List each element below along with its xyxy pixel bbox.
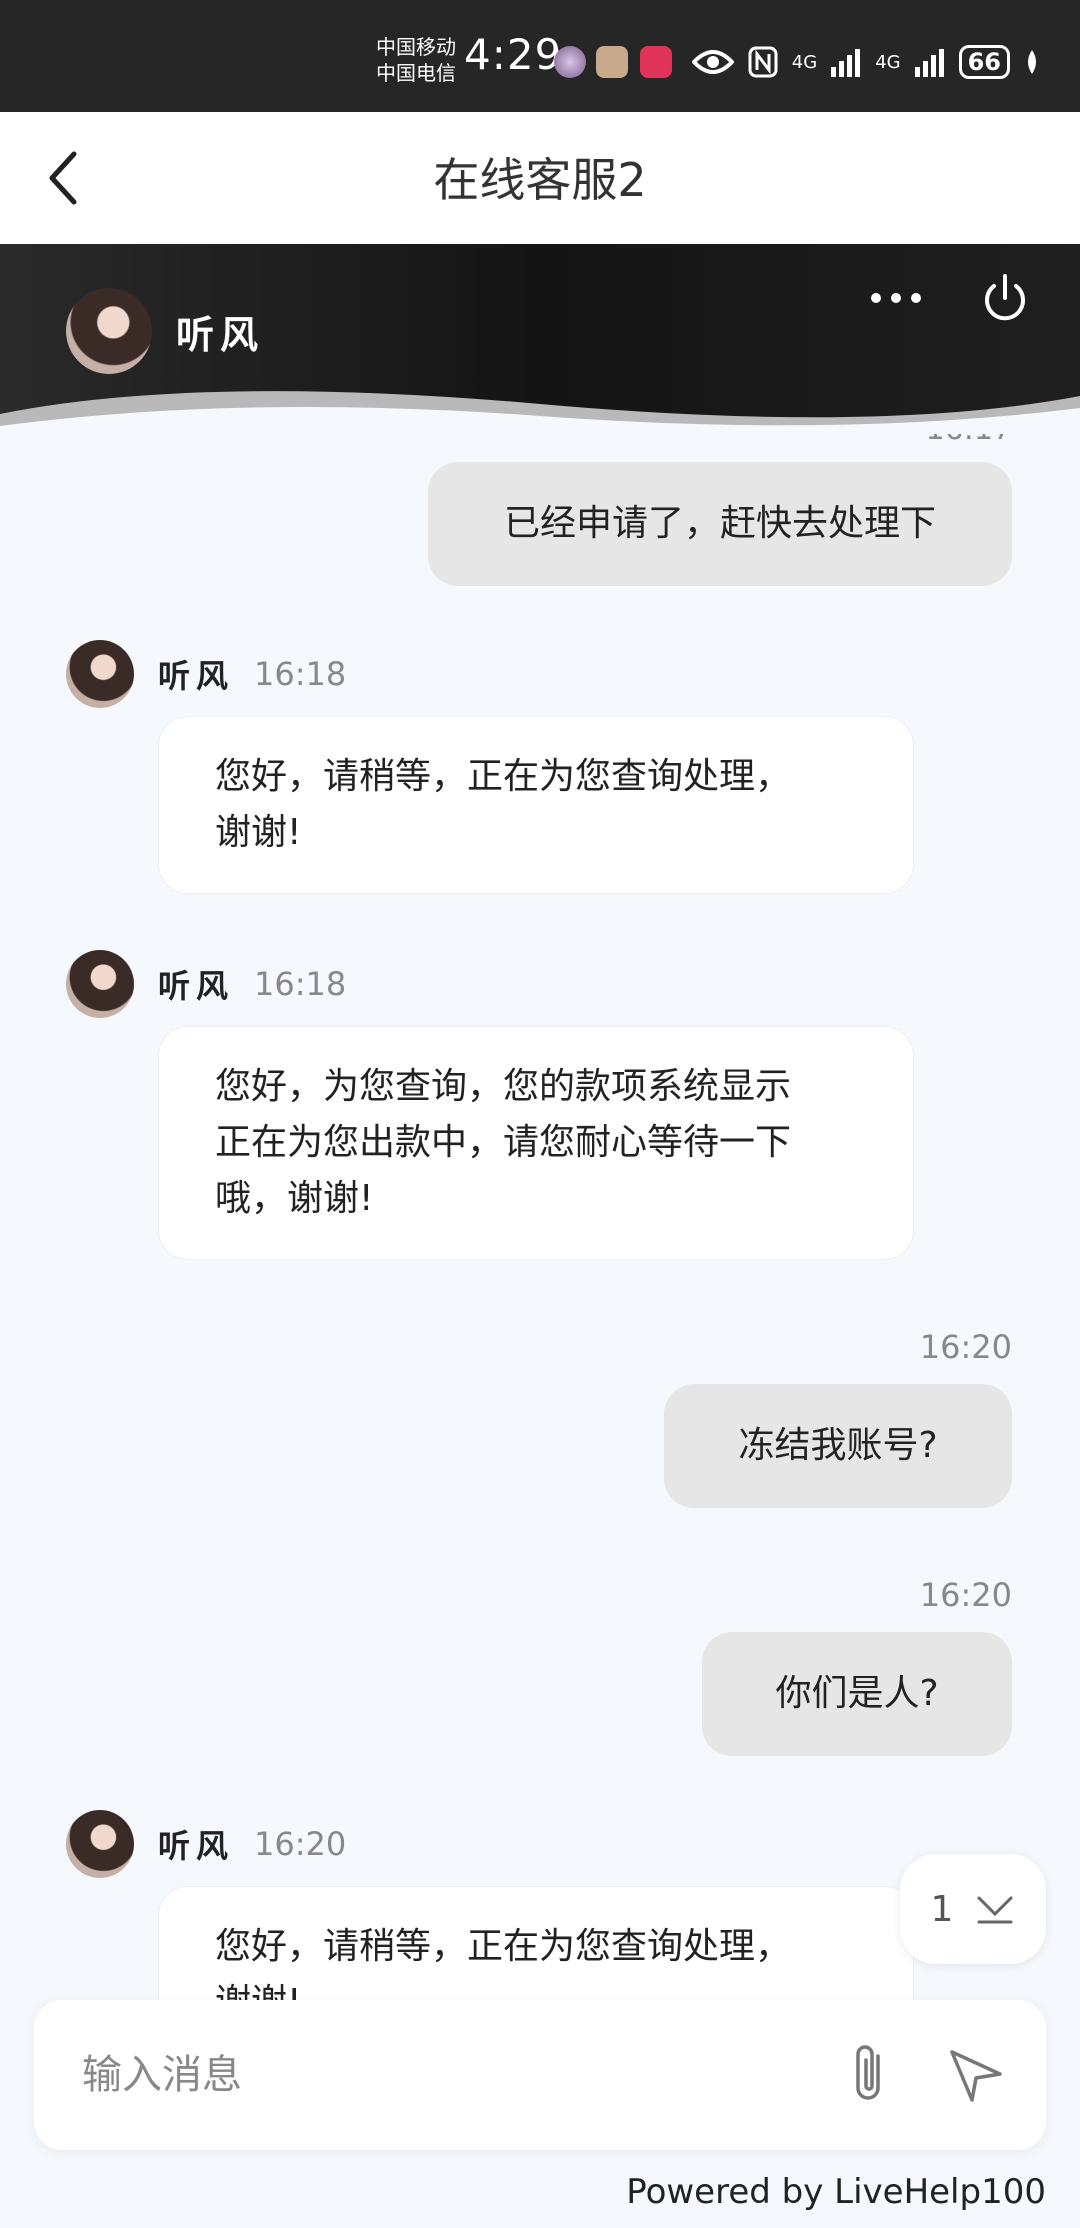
message-input[interactable] (82, 2040, 822, 2110)
signal-icon (914, 49, 944, 77)
message-text: 谢谢! (215, 812, 302, 853)
battery-icon: 66 (958, 45, 1010, 79)
message-text: 您好，请稍等，正在为您查询处理， (215, 756, 792, 797)
message-meta: 听风 16:20 (66, 1810, 346, 1878)
sender-name: 听风 (158, 657, 235, 695)
message-text: 哦，谢谢! (215, 1178, 374, 1219)
message-text: 您好，为您查询，您的款项系统显示 (215, 1066, 792, 1107)
message-time: 16:20 (919, 1328, 1012, 1366)
agent-name: 听风 (176, 313, 265, 357)
app-notification-icon (640, 46, 672, 78)
app-notification-icon (554, 46, 586, 78)
outgoing-message: 冻结我账号? (664, 1384, 1012, 1508)
agent-avatar (66, 640, 134, 708)
new-message-count: 1 (930, 1888, 954, 1930)
message-text: 冻结我账号? (738, 1425, 938, 1466)
carrier-names: 中国移动 中国电信 (376, 34, 456, 86)
scroll-down-icon (977, 1896, 1013, 1924)
agent-avatar (66, 288, 152, 374)
power-icon[interactable] (978, 272, 1032, 326)
message-composer (34, 2000, 1046, 2150)
incoming-message: 您好，为您查询，您的款项系统显示 正在为您出款中，请您耐心等待一下 哦，谢谢! (158, 1026, 914, 1260)
signal-icon (831, 49, 861, 77)
status-icons: 4G 4G 66 (691, 40, 1040, 84)
message-text: 正在为您出款中，请您耐心等待一下 (215, 1122, 792, 1163)
title-bar: 在线客服2 (0, 112, 1080, 244)
network-1: 4G (791, 51, 818, 73)
paperclip-icon[interactable] (840, 2042, 900, 2108)
message-text: 你们是人? (775, 1673, 939, 1714)
chat-messages[interactable]: 16:17 已经申请了，赶快去处理下 听风 16:18 您好，请稍等，正在为您查… (0, 434, 1080, 2000)
message-time: 16:20 (254, 1825, 347, 1863)
more-dots-icon[interactable] (868, 286, 924, 310)
carrier-1: 中国移动 (376, 35, 456, 59)
status-time: 4:29 (464, 30, 563, 79)
incoming-message: 您好，请稍等，正在为您查询处理， 谢谢! (158, 1886, 914, 2000)
sender-name: 听风 (158, 967, 235, 1005)
header-wave (0, 391, 1080, 434)
message-text: 谢谢! (215, 1975, 857, 2000)
outgoing-message: 已经申请了，赶快去处理下 (428, 462, 1012, 586)
new-messages-button[interactable]: 1 (900, 1854, 1046, 1964)
message-meta: 听风 16:18 (66, 950, 346, 1018)
message-time: 16:18 (254, 965, 347, 1003)
app-notification-icon (596, 46, 628, 78)
status-bar: 中国移动 中国电信 4:29 4G 4G 66 (0, 0, 1080, 112)
eye-icon (691, 50, 734, 74)
incoming-message: 您好，请稍等，正在为您查询处理， 谢谢! (158, 716, 914, 894)
message-time: 16:17 (926, 434, 1012, 447)
leaf-icon (1028, 50, 1036, 74)
message-text: 您好，请稍等，正在为您查询处理， (215, 1926, 792, 1967)
powered-by: Powered by LiveHelp100 (626, 2172, 1046, 2212)
carrier-2: 中国电信 (376, 61, 456, 85)
message-time: 16:20 (919, 1576, 1012, 1614)
message-text: 已经申请了，赶快去处理下 (503, 503, 936, 544)
agent-avatar (66, 950, 134, 1018)
outgoing-message: 你们是人? (702, 1632, 1012, 1756)
message-meta: 听风 16:18 (66, 640, 346, 708)
nfc-icon (748, 46, 778, 78)
message-time: 16:18 (254, 655, 347, 693)
network-2: 4G (875, 51, 901, 73)
agent-avatar (66, 1810, 134, 1878)
sender-name: 听风 (158, 1827, 235, 1865)
send-icon[interactable] (948, 2048, 1004, 2104)
page-title: 在线客服2 (433, 153, 647, 207)
chat-header: 听风 (0, 244, 1080, 434)
